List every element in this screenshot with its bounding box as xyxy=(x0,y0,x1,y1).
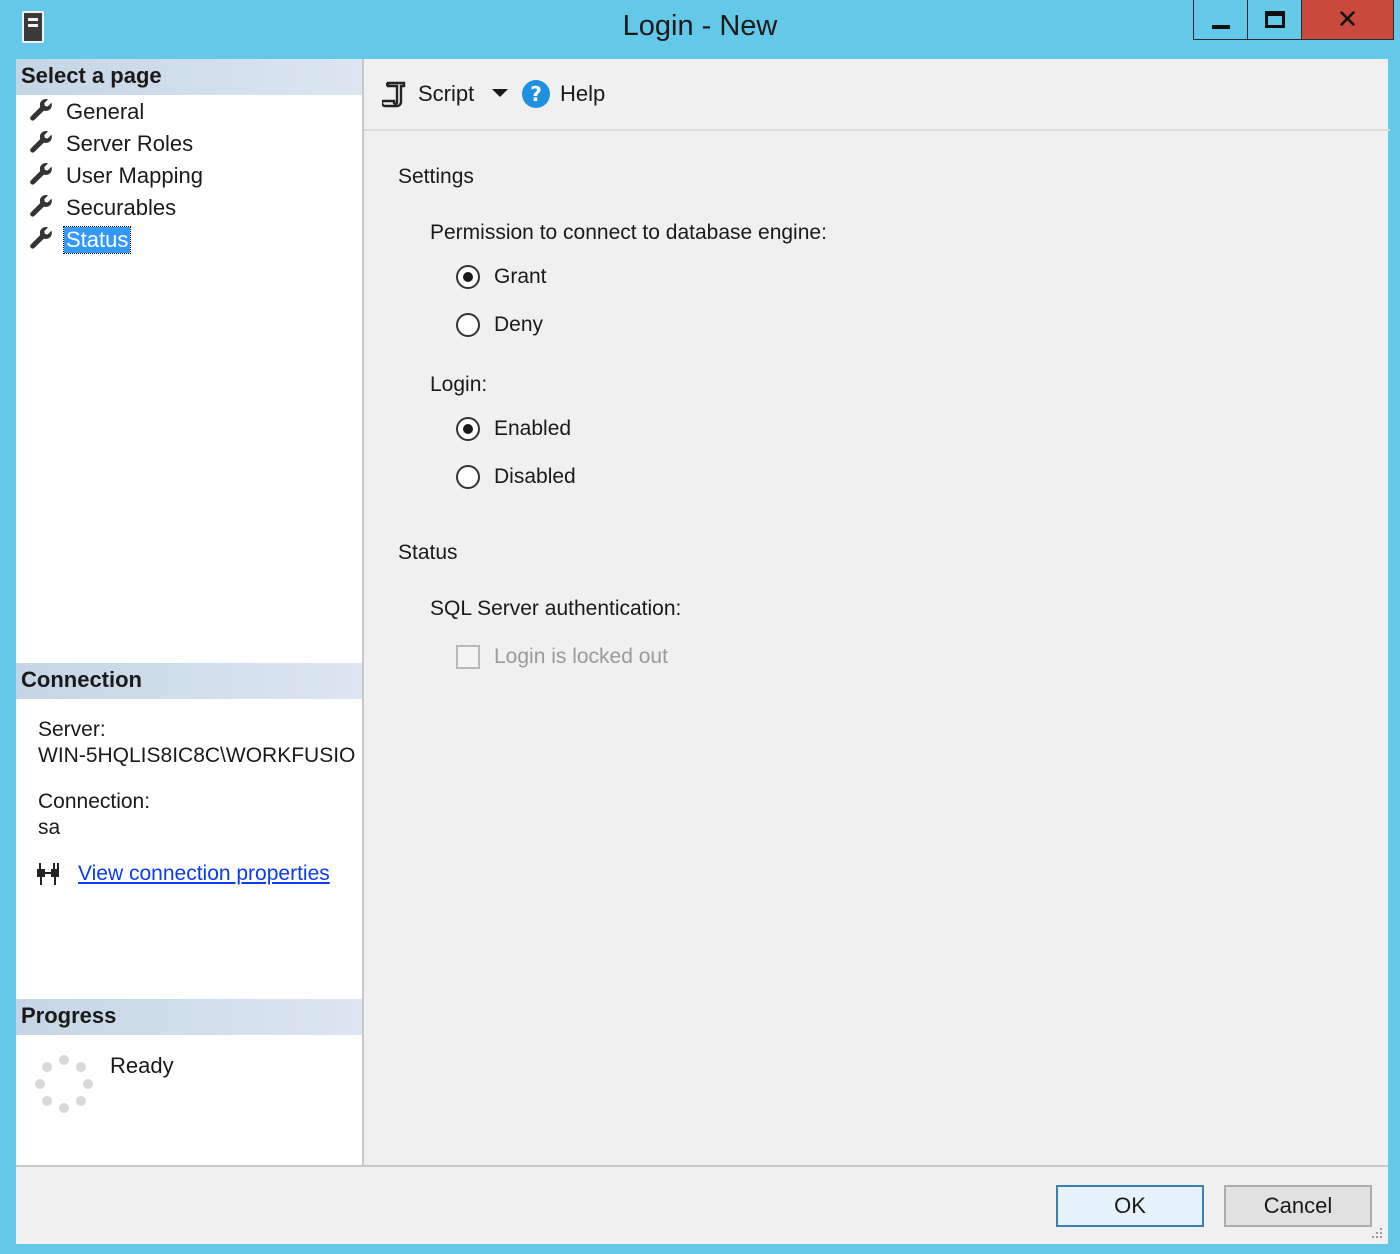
locked-out-checkbox xyxy=(456,645,480,669)
view-connection-properties-link[interactable]: View connection properties xyxy=(78,862,330,886)
locked-out-row: Login is locked out xyxy=(456,645,668,669)
wrench-icon xyxy=(30,195,52,217)
script-icon xyxy=(382,81,406,108)
minimize-icon xyxy=(1211,24,1230,29)
deny-radio-row[interactable]: Deny xyxy=(456,313,543,337)
server-label: Server: xyxy=(38,718,106,741)
page-item-server-roles[interactable]: Server Roles xyxy=(28,128,195,160)
page-item-user-mapping[interactable]: User Mapping xyxy=(28,160,205,192)
plug-icon xyxy=(37,863,59,885)
permission-label: Permission to connect to database engine… xyxy=(430,221,827,244)
cancel-button[interactable]: Cancel xyxy=(1224,1185,1372,1227)
disabled-radio-row[interactable]: Disabled xyxy=(456,465,576,489)
sql-auth-label: SQL Server authentication: xyxy=(430,597,682,620)
resize-grip-icon[interactable] xyxy=(1368,1224,1384,1240)
deny-radio[interactable] xyxy=(456,313,480,337)
select-page-header: Select a page xyxy=(16,59,362,95)
maximize-icon xyxy=(1264,11,1285,28)
connection-value: sa xyxy=(38,816,61,839)
dialog-button-bar: OK Cancel xyxy=(16,1165,1388,1244)
wrench-icon xyxy=(30,99,52,121)
enabled-radio-row[interactable]: Enabled xyxy=(456,417,571,441)
wrench-icon xyxy=(30,227,52,249)
title-bar: Login - New ✕ xyxy=(0,0,1400,58)
deny-label: Deny xyxy=(494,313,544,336)
progress-status: Ready xyxy=(110,1053,174,1078)
page-item-label: Status xyxy=(62,226,132,254)
wrench-icon xyxy=(30,163,52,185)
help-label: Help xyxy=(560,81,606,106)
minimize-button[interactable] xyxy=(1194,0,1248,39)
page-item-label: User Mapping xyxy=(66,163,203,188)
grant-radio-row[interactable]: Grant xyxy=(456,265,547,289)
status-heading: Status xyxy=(398,541,458,564)
progress-header: Progress xyxy=(16,999,362,1035)
page-item-label: Server Roles xyxy=(66,131,194,156)
disabled-label: Disabled xyxy=(494,465,576,488)
script-dropdown-icon[interactable] xyxy=(492,89,508,97)
left-panel: Select a page General Server Roles User … xyxy=(16,59,362,1165)
ok-button[interactable]: OK xyxy=(1056,1185,1204,1227)
window-title: Login - New xyxy=(622,10,778,42)
script-label: Script xyxy=(418,81,475,106)
page-item-label: Securables xyxy=(66,195,177,220)
help-icon: ? xyxy=(522,80,550,108)
view-connection-row: View connection properties xyxy=(34,859,330,889)
enabled-label: Enabled xyxy=(494,417,572,440)
locked-out-label: Login is locked out xyxy=(494,645,668,668)
progress-spinner-icon xyxy=(35,1055,93,1113)
maximize-button[interactable] xyxy=(1248,0,1302,39)
script-button[interactable]: Script xyxy=(382,77,474,111)
grant-radio[interactable] xyxy=(456,265,480,289)
page-item-securables[interactable]: Securables xyxy=(28,192,178,224)
page-item-general[interactable]: General xyxy=(28,96,146,128)
page-item-status[interactable]: Status xyxy=(28,224,132,256)
page-item-label: General xyxy=(66,99,145,124)
toolbar: Script ? Help xyxy=(364,59,1390,131)
enabled-radio[interactable] xyxy=(456,417,480,441)
login-label: Login: xyxy=(430,373,488,396)
window-controls: ✕ xyxy=(1193,0,1394,40)
server-value: WIN-5HQLIS8IC8C\WORKFUSIO xyxy=(38,744,356,767)
settings-heading: Settings xyxy=(398,165,474,188)
close-icon: ✕ xyxy=(1336,4,1359,35)
help-button[interactable]: ? Help xyxy=(522,77,605,111)
content-panel: Script ? Help Settings Permission to con… xyxy=(362,59,1390,1165)
wrench-icon xyxy=(30,131,52,153)
close-button[interactable]: ✕ xyxy=(1302,0,1393,39)
connection-label: Connection: xyxy=(38,790,151,813)
connection-header: Connection xyxy=(16,663,362,699)
disabled-radio[interactable] xyxy=(456,465,480,489)
grant-label: Grant xyxy=(494,265,547,288)
